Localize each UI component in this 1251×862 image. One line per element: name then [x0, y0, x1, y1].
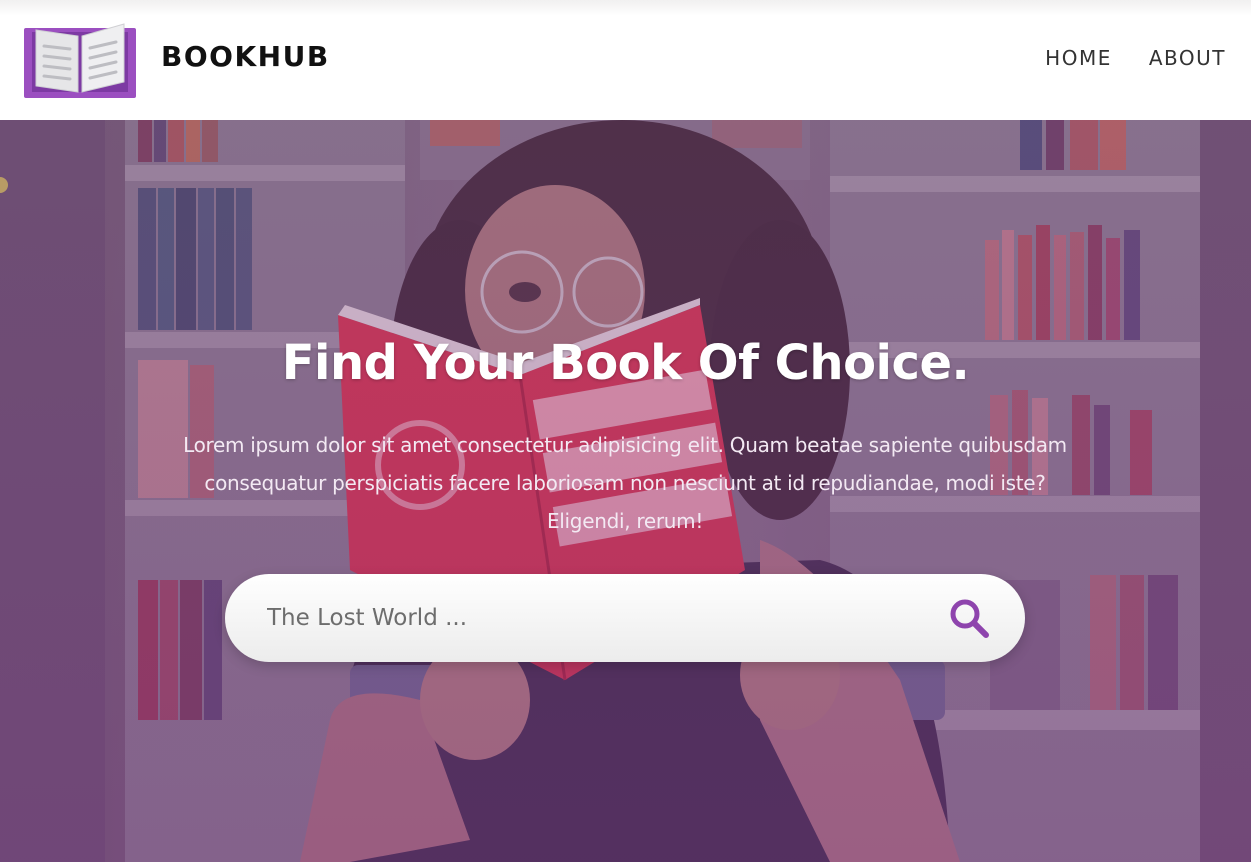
brand-name[interactable]: BOOKHUB	[161, 40, 330, 73]
nav-home[interactable]: HOME	[1045, 46, 1112, 70]
nav-about[interactable]: ABOUT	[1149, 46, 1226, 70]
site-header: BOOKHUB HOME ABOUT	[0, 0, 1251, 120]
search-bar	[225, 574, 1025, 662]
hero-description: Lorem ipsum dolor sit amet consectetur a…	[183, 433, 1067, 533]
search-icon[interactable]	[947, 596, 993, 642]
open-book-icon[interactable]	[24, 22, 136, 98]
main-nav: HOME ABOUT	[1045, 46, 1226, 70]
hero-title: Find Your Book Of Choice.	[281, 335, 970, 391]
hero-section: Find Your Book Of Choice. Lorem ipsum do…	[0, 120, 1251, 862]
search-input[interactable]	[267, 596, 907, 640]
